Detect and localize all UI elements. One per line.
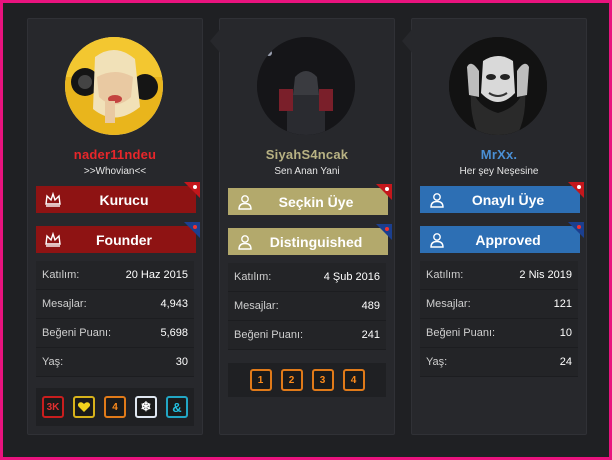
stat-row: Katılım: 2 Nis 2019 bbox=[420, 261, 578, 290]
user-card-siyahs4ncak: SiyahS4ncak Sen Anan Yani Seçkin Üye Dis… bbox=[210, 18, 395, 435]
banner-seckin-uye: Seçkin Üye bbox=[228, 184, 392, 215]
stat-label: Mesajlar: bbox=[42, 298, 87, 310]
stat-value[interactable]: 489 bbox=[362, 300, 380, 312]
stat-row: Mesajlar: 121 bbox=[420, 290, 578, 319]
stat-row: Beğeni Puanı: 5,698 bbox=[36, 319, 194, 348]
stat-row: Katılım: 4 Şub 2016 bbox=[228, 263, 386, 292]
banner-label: Approved bbox=[475, 231, 541, 248]
stat-label: Katılım: bbox=[426, 269, 464, 281]
badge-3k-icon[interactable]: 3K bbox=[42, 396, 64, 418]
username[interactable]: nader11ndeu bbox=[28, 147, 202, 162]
user-card-nader11ndeu: nader11ndeu >>Whovian<< Kurucu Founder K… bbox=[27, 18, 203, 435]
banner-approved: Approved bbox=[420, 222, 584, 253]
stat-row: Mesajlar: 489 bbox=[228, 292, 386, 321]
ampersand-icon[interactable]: & bbox=[166, 396, 188, 418]
badge-4-icon[interactable]: 4 bbox=[342, 369, 365, 391]
stat-value: 30 bbox=[175, 356, 188, 368]
avatar[interactable] bbox=[449, 37, 547, 135]
stat-value[interactable]: 4,943 bbox=[160, 298, 188, 310]
user-icon bbox=[430, 233, 444, 248]
stat-row: Yaş: 30 bbox=[36, 348, 194, 377]
banner-founder: Founder bbox=[36, 222, 200, 253]
stat-value[interactable]: 121 bbox=[554, 298, 572, 310]
stats-list: Katılım: 2 Nis 2019 Mesajlar: 121 Beğeni P… bbox=[420, 261, 578, 377]
card-notch bbox=[210, 27, 222, 55]
flag-corner-icon bbox=[184, 222, 200, 238]
heart-icon[interactable] bbox=[73, 396, 95, 418]
stat-value: 24 bbox=[559, 356, 572, 368]
avatar[interactable] bbox=[65, 37, 163, 135]
username[interactable]: SiyahS4ncak bbox=[220, 147, 394, 162]
stat-label: Yaş: bbox=[42, 356, 64, 368]
stat-label: Beğeni Puanı: bbox=[42, 327, 112, 339]
flag-corner-icon bbox=[376, 224, 392, 240]
banner-label: Distinguished bbox=[269, 233, 363, 250]
stat-row: Mesajlar: 4,943 bbox=[36, 290, 194, 319]
flag-corner-icon bbox=[184, 182, 200, 198]
stat-value: 2 Nis 2019 bbox=[519, 269, 572, 281]
snowflake-icon[interactable]: ❄ bbox=[135, 396, 157, 418]
user-title: >>Whovian<< bbox=[83, 166, 147, 177]
stat-row: Yaş: 24 bbox=[420, 348, 578, 377]
badge-3-icon[interactable]: 3 bbox=[311, 369, 334, 391]
stat-row: Beğeni Puanı: 241 bbox=[228, 321, 386, 350]
trophy-badges: 1 2 3 4 bbox=[228, 363, 386, 397]
user-icon bbox=[238, 235, 252, 250]
stat-label: Mesajlar: bbox=[234, 300, 279, 312]
stats-list: Katılım: 4 Şub 2016 Mesajlar: 489 Beğeni P… bbox=[228, 263, 386, 350]
user-card-mrxx: MrXx. Her şey Neşesine Onaylı Üye Approv… bbox=[402, 18, 587, 435]
flag-corner-icon bbox=[568, 182, 584, 198]
stats-list: Katılım: 20 Haz 2015 Mesajlar: 4,943 Beğen… bbox=[36, 261, 194, 377]
banner-label: Seçkin Üye bbox=[278, 193, 354, 210]
stat-label: Katılım: bbox=[234, 271, 272, 283]
username[interactable]: MrXx. bbox=[412, 147, 586, 162]
banner-onayli-uye: Onaylı Üye bbox=[420, 182, 584, 213]
flag-corner-icon bbox=[568, 222, 584, 238]
stat-value: 5,698 bbox=[160, 327, 188, 339]
badge-4-icon[interactable]: 4 bbox=[104, 396, 126, 418]
stat-label: Beğeni Puanı: bbox=[426, 327, 496, 339]
avatar[interactable] bbox=[257, 37, 355, 135]
stat-row: Beğeni Puanı: 10 bbox=[420, 319, 578, 348]
crown-icon bbox=[45, 231, 61, 247]
banner-kurucu: Kurucu bbox=[36, 182, 200, 213]
stat-value: 4 Şub 2016 bbox=[323, 271, 380, 283]
user-icon bbox=[238, 195, 252, 210]
user-title: Her şey Neşesine bbox=[459, 166, 539, 177]
stat-row: Katılım: 20 Haz 2015 bbox=[36, 261, 194, 290]
badge-1-icon[interactable]: 1 bbox=[249, 369, 272, 391]
card-notch bbox=[402, 27, 414, 55]
flag-corner-icon bbox=[376, 184, 392, 200]
stat-label: Katılım: bbox=[42, 269, 80, 281]
banner-distinguished: Distinguished bbox=[228, 224, 392, 255]
stat-label: Yaş: bbox=[426, 356, 448, 368]
stat-value: 241 bbox=[361, 329, 380, 341]
stat-label: Mesajlar: bbox=[426, 298, 471, 310]
stat-label: Beğeni Puanı: bbox=[234, 329, 304, 341]
banner-label: Onaylı Üye bbox=[471, 191, 545, 208]
banner-label: Founder bbox=[96, 231, 152, 248]
badge-2-icon[interactable]: 2 bbox=[280, 369, 303, 391]
crown-icon bbox=[45, 191, 61, 207]
trophy-badges: 3K 4 ❄ & bbox=[36, 388, 194, 426]
stat-value: 20 Haz 2015 bbox=[125, 269, 188, 281]
user-title: Sen Anan Yani bbox=[274, 166, 340, 177]
user-icon bbox=[430, 193, 444, 208]
stat-value: 10 bbox=[559, 327, 572, 339]
banner-label: Kurucu bbox=[99, 191, 149, 208]
